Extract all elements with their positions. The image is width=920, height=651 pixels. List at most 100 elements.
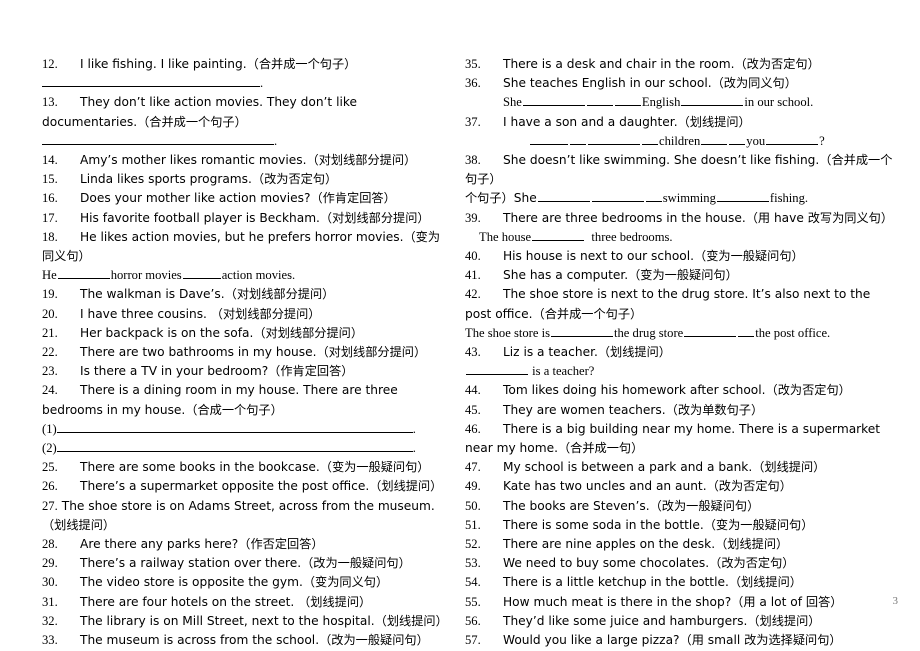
item-number: 51. [465, 517, 481, 532]
item-number: 30. [42, 575, 58, 590]
fill-blank[interactable] [57, 267, 110, 280]
fill-blank[interactable] [532, 229, 585, 241]
fill-blank[interactable] [551, 325, 613, 337]
item-number: 31. [42, 594, 58, 609]
item-number: 37. [465, 114, 481, 129]
fill-blank[interactable] [586, 94, 613, 107]
fill-in-line[interactable]: is a teacher? [465, 362, 900, 381]
answer-rule[interactable] [56, 420, 413, 433]
item-text: The shoe store is next to the drug store… [465, 287, 871, 321]
exercise-item: 29. There’s a railway station over there.… [42, 554, 452, 573]
exercise-item: 50. The books are Steven’s.（改为一般疑问句） [465, 497, 900, 516]
item-text: Are there any parks here?（作否定回答） [80, 537, 324, 552]
item-text: His house is next to our school.（变为一般疑问句… [503, 249, 804, 264]
fill-blank[interactable] [701, 133, 728, 145]
exercise-item: 13. They don’t like action movies. They d… [42, 93, 452, 131]
item-text: There are four hotels on the street. （划线… [80, 594, 372, 609]
item-text: We need to buy some chocolates.（改为否定句） [503, 556, 795, 571]
item-number: 50. [465, 498, 481, 513]
item-text: Would you like a large pizza?（用 small 改为… [503, 633, 842, 648]
item-number: 14. [42, 153, 58, 168]
item-text: I have a son and a daughter.（划线提问） [503, 114, 751, 129]
fill-blank[interactable] [522, 94, 585, 107]
item-text: Tom likes doing his homework after schoo… [503, 383, 851, 398]
fill-in-line[interactable]: The house three bedrooms. [465, 228, 900, 247]
fill-blank[interactable] [681, 94, 744, 107]
fill-suffix: the post office. [755, 325, 831, 340]
fill-blank[interactable] [537, 190, 590, 203]
fill-blank[interactable] [716, 190, 769, 203]
fill-middle-2: you [746, 133, 766, 148]
exercise-item: 25. There are some books in the bookcase.… [42, 458, 452, 477]
exercise-item: 22. There are two bathrooms in my house.（… [42, 343, 452, 362]
exercise-item: 21. Her backpack is on the sofa.（对划线部分提问） [42, 324, 452, 343]
fill-blank[interactable] [729, 133, 746, 145]
fill-blank[interactable] [588, 133, 640, 145]
answer-line[interactable]: (1). [42, 420, 452, 439]
item-text: Is there a TV in your bedroom?（作肯定回答） [80, 364, 354, 379]
answer-label: (2) [42, 441, 57, 456]
fill-blank[interactable] [570, 133, 586, 145]
exercise-item: 46. There is a big building near my home.… [465, 420, 900, 458]
fill-prefix: 个句子）She [465, 191, 537, 206]
answer-rule[interactable] [42, 74, 260, 88]
item-text: The library is on Mill Street, next to t… [80, 613, 448, 628]
exercise-item: 17. His favorite football player is Beckh… [42, 209, 452, 228]
item-text: They don’t like action movies. They don’… [42, 95, 357, 129]
exercise-item: 14. Amy’s mother likes romantic movies.（对… [42, 151, 452, 170]
item-number: 12. [42, 57, 58, 71]
fill-blank[interactable] [614, 94, 641, 107]
item-number: 17. [42, 210, 58, 225]
right-column: 35. There is a desk and chair in the room… [460, 55, 920, 650]
item-number: 45. [465, 402, 481, 417]
exercise-item: 28. Are there any parks here?（作否定回答） [42, 535, 452, 554]
item-number: 19. [42, 287, 58, 302]
fill-blank[interactable] [684, 325, 737, 337]
answer-rule[interactable] [42, 132, 274, 145]
fill-middle: horror movies [110, 268, 182, 283]
exercise-item: 51. There is some soda in the bottle.（变为一… [465, 516, 900, 535]
fill-blank[interactable] [766, 133, 819, 145]
fill-in-line[interactable]: children you? [465, 132, 900, 151]
answer-line[interactable]: (2). [42, 439, 452, 458]
item-text: There are some books in the bookcase.（变为… [80, 460, 430, 475]
item-number: 22. [42, 345, 58, 360]
answer-label: (1) [42, 421, 57, 436]
answer-rule[interactable] [56, 439, 413, 453]
answer-line[interactable]: . [42, 132, 452, 151]
item-number: 42. [465, 287, 481, 302]
item-number: 56. [465, 613, 481, 628]
exercise-item: 57. Would you like a large pizza?（用 small… [465, 631, 900, 650]
item-text: He likes action movies, but he prefers h… [42, 229, 441, 264]
fill-blank[interactable] [466, 363, 528, 376]
item-number: 32. [42, 613, 58, 628]
answer-line[interactable]: . [42, 74, 452, 93]
exercise-item: 30. The video store is opposite the gym.（… [42, 573, 452, 592]
fill-blank[interactable] [530, 133, 568, 145]
fill-blank[interactable] [591, 190, 644, 203]
item-text: They are women teachers.（改为单数句子） [503, 402, 764, 417]
item-text: Kate has two uncles and an aunt.（改为否定句） [503, 479, 792, 494]
two-column-body: 12. I like fishing. I like painting.（合并成一… [0, 55, 920, 651]
exercise-item: 24. There is a dining room in my house. T… [42, 381, 452, 419]
fill-blank[interactable] [738, 325, 755, 337]
answer-period: . [412, 421, 416, 436]
fill-suffix: is a teacher? [532, 364, 595, 379]
exercise-item: 16. Does your mother like action movies?（… [42, 189, 452, 208]
exercise-item: 35. There is a desk and chair in the room… [465, 55, 900, 74]
item-text: There’s a railway station over there.（改为… [80, 556, 411, 571]
fill-in-line[interactable]: He horror movies action movies. [42, 266, 452, 285]
item-number: 29. [42, 556, 58, 571]
item-text: Linda likes sports programs.（改为否定句） [80, 172, 338, 187]
fill-in-line[interactable]: 个句子）She swimming fishing. [465, 189, 900, 208]
fill-blank[interactable] [642, 133, 658, 145]
fill-blank[interactable] [645, 190, 662, 203]
item-text: There is some soda in the bottle.（变为一般疑问… [503, 517, 814, 532]
fill-in-line[interactable]: The shoe store is the drug store the post … [465, 324, 900, 343]
fill-middle: swimming [662, 191, 716, 206]
fill-in-line[interactable]: She English in our school. [465, 93, 900, 112]
fill-middle: the drug store [614, 325, 684, 340]
fill-blank[interactable] [182, 267, 221, 280]
exercise-item: 23. Is there a TV in your bedroom?（作肯定回答） [42, 362, 452, 381]
item-number: 43. [465, 345, 481, 360]
